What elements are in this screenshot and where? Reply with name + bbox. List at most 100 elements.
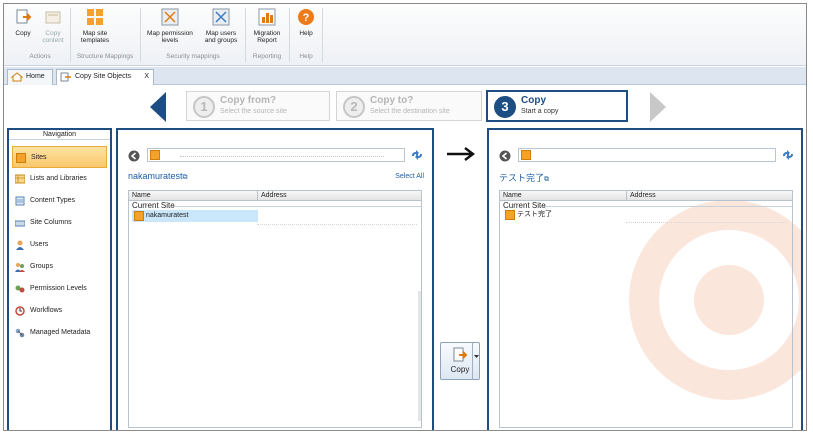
ribbon-separator (289, 8, 290, 62)
map-users-groups-icon (212, 8, 230, 26)
group-label-reporting: Reporting (252, 53, 282, 60)
column-header-name[interactable]: Name (500, 191, 522, 201)
copy-site-objects-icon (60, 72, 71, 82)
nav-item-lists-and-libraries[interactable]: Lists and Libraries (12, 168, 107, 190)
ribbon-separator (140, 8, 141, 62)
migration-report-icon (258, 8, 276, 26)
destination-site-link[interactable]: テスト完了⧉ (499, 171, 549, 184)
step-number: 3 (494, 96, 516, 118)
map-site-templates-icon (87, 9, 103, 25)
source-grid: Name Address Current Site nakamuratest (128, 190, 422, 428)
copy-button[interactable]: Copy (10, 8, 36, 37)
tab-close-button[interactable]: X (144, 70, 149, 84)
tab-label: Copy Site Objects (75, 73, 132, 80)
column-header-address[interactable]: Address (257, 191, 287, 201)
nav-item-label: Permission Levels (30, 285, 87, 292)
step-subtitle: Select the destination site (370, 108, 450, 115)
map-permission-levels-button[interactable]: Map permission levels (144, 8, 196, 44)
nav-item-label: Lists and Libraries (30, 175, 87, 182)
source-panel: nakamuratest⧉ Select All Name Address Cu… (116, 128, 434, 430)
wizard-step-copy[interactable]: 3 Copy Start a copy (486, 90, 628, 122)
step-number: 1 (193, 96, 215, 118)
nav-item-groups[interactable]: Groups (12, 256, 107, 278)
user-icon (16, 240, 24, 250)
site-icon (521, 150, 531, 160)
ribbon-separator (322, 8, 323, 62)
address-text-redacted (180, 156, 384, 157)
destination-address-field[interactable] (518, 148, 776, 162)
group-label-security-mappings: Security mappings (166, 53, 220, 60)
nav-item-permission-levels[interactable]: Permission Levels (12, 278, 107, 300)
copy-dropdown-toggle[interactable] (472, 343, 479, 379)
back-icon[interactable] (128, 150, 140, 162)
grid-scrollbar[interactable] (418, 291, 421, 421)
refresh-icon[interactable] (410, 150, 424, 160)
row-address-redacted (257, 213, 417, 225)
copy-content-button[interactable]: Copy content (38, 8, 68, 44)
migration-report-button[interactable]: Migration Report (249, 8, 285, 44)
ribbon: Copy Copy content Map site templates Map… (4, 4, 806, 66)
svg-text:?: ? (303, 12, 310, 24)
nav-item-label: Content Types (30, 197, 76, 204)
nav-item-sites[interactable]: Sites (12, 146, 107, 168)
row-name: テスト完了 (517, 211, 552, 218)
home-icon (11, 72, 23, 82)
workflow-icon (15, 306, 25, 316)
help-button[interactable]: ? Help (294, 8, 318, 37)
back-icon[interactable] (499, 150, 511, 162)
app-window: Copy Copy content Map site templates Map… (3, 3, 807, 431)
step-number: 2 (343, 96, 365, 118)
map-site-templates-button[interactable]: Map site templates (76, 8, 114, 44)
nav-item-users[interactable]: Users (12, 234, 107, 256)
column-header-address[interactable]: Address (626, 191, 656, 201)
tab-home[interactable]: Home (7, 69, 53, 85)
grid-header: Name Address (500, 191, 792, 201)
external-link-icon: ⧉ (182, 174, 188, 181)
nav-item-label: Users (30, 241, 49, 248)
copy-content-icon (45, 11, 61, 24)
step-subtitle: Start a copy (521, 108, 559, 115)
external-link-icon: ⧉ (544, 176, 550, 183)
nav-item-label: Groups (30, 263, 53, 270)
refresh-icon[interactable] (781, 150, 795, 160)
select-all-link[interactable]: Select All (395, 173, 424, 180)
step-title: Copy (521, 95, 546, 106)
site-icon (505, 210, 515, 220)
group-label-help: Help (299, 53, 313, 60)
group-icon (15, 263, 25, 272)
wizard-step-copy-from[interactable]: 1 Copy from? Select the source site (186, 91, 330, 121)
nav-item-workflows[interactable]: Workflows (12, 300, 107, 322)
column-header-name[interactable]: Name (129, 191, 151, 201)
nav-item-site-columns[interactable]: Site Columns (12, 212, 107, 234)
wizard-back-arrow-icon[interactable] (150, 92, 168, 122)
nav-item-label: Workflows (30, 307, 63, 314)
destination-site-row[interactable]: テスト完了 (503, 210, 625, 220)
wizard-next-arrow-icon[interactable] (648, 92, 666, 122)
map-users-groups-button[interactable]: Map users and groups (201, 8, 241, 44)
step-subtitle: Select the source site (220, 108, 287, 115)
nav-item-managed-metadata[interactable]: Managed Metadata (12, 322, 107, 344)
destination-panel: テスト完了⧉ Name Address Current Site テスト完了 (487, 128, 803, 430)
copy-icon (453, 347, 468, 362)
source-site-row[interactable]: nakamuratest (132, 210, 258, 222)
group-label-actions: Actions (29, 53, 51, 60)
nav-item-content-types[interactable]: Content Types (12, 190, 107, 212)
copy-action-button[interactable]: Copy (440, 342, 480, 380)
help-icon: ? (298, 9, 314, 25)
grid-header: Name Address (129, 191, 421, 201)
source-site-link[interactable]: nakamuratest⧉ (128, 171, 188, 182)
map-permission-levels-icon (161, 8, 179, 26)
metadata-icon (15, 328, 25, 338)
content-type-icon (15, 196, 25, 206)
ribbon-separator (245, 8, 246, 62)
site-icon (150, 150, 160, 160)
tab-copy-site-objects[interactable]: Copy Site Objects X (56, 69, 154, 85)
navigation-panel: Navigation Sites Lists and Libraries Con… (7, 128, 112, 430)
permission-icon (15, 285, 25, 293)
wizard-step-copy-to[interactable]: 2 Copy to? Select the destination site (336, 91, 482, 121)
nav-item-label: Sites (31, 154, 47, 161)
tab-bar: Home Copy Site Objects X (4, 67, 806, 85)
chevron-down-icon (474, 355, 479, 358)
source-address-field[interactable] (147, 148, 405, 162)
destination-grid: Name Address Current Site テスト完了 (499, 190, 793, 428)
